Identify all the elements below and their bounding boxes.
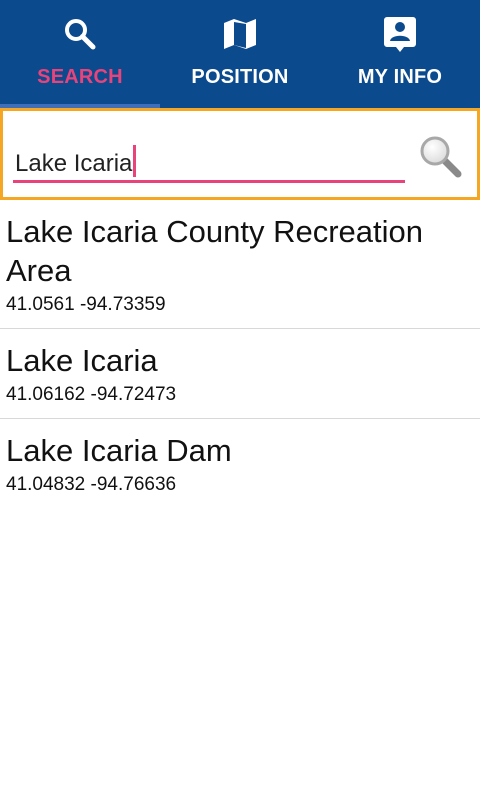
list-item[interactable]: Lake Icaria County Recreation Area 41.05… (0, 200, 480, 329)
result-name: Lake Icaria County Recreation Area (6, 214, 424, 288)
result-coordinates: 41.04832 -94.76636 (6, 474, 177, 495)
search-button[interactable] (417, 133, 463, 179)
list-item[interactable]: Lake Icaria 41.06162 -94.72473 (0, 329, 480, 419)
search-input[interactable]: Lake Icaria (13, 135, 405, 183)
text-caret (133, 145, 137, 177)
result-coordinates: 41.06162 -94.72473 (6, 384, 177, 405)
tab-search[interactable]: SEARCH (0, 0, 160, 108)
results-list: Lake Icaria County Recreation Area 41.05… (0, 200, 480, 508)
search-icon (0, 14, 160, 54)
tab-bar: SEARCH POSITION MY INFO (0, 0, 480, 108)
contact-card-icon (320, 14, 480, 54)
result-name: Lake Icaria (6, 343, 158, 378)
tab-my-info[interactable]: MY INFO (320, 0, 480, 108)
search-input-value: Lake Icaria (15, 150, 133, 177)
list-item[interactable]: Lake Icaria Dam 41.04832 -94.76636 (0, 419, 480, 508)
result-coordinates: 41.0561 -94.73359 (6, 294, 166, 315)
magnifier-icon (420, 136, 462, 178)
tab-label: SEARCH (37, 66, 123, 88)
tab-position[interactable]: POSITION (160, 0, 320, 108)
map-icon (160, 14, 320, 54)
tab-label: POSITION (191, 66, 289, 88)
result-name: Lake Icaria Dam (6, 433, 232, 468)
tab-label: MY INFO (357, 66, 443, 88)
search-bar: Lake Icaria (0, 108, 480, 200)
